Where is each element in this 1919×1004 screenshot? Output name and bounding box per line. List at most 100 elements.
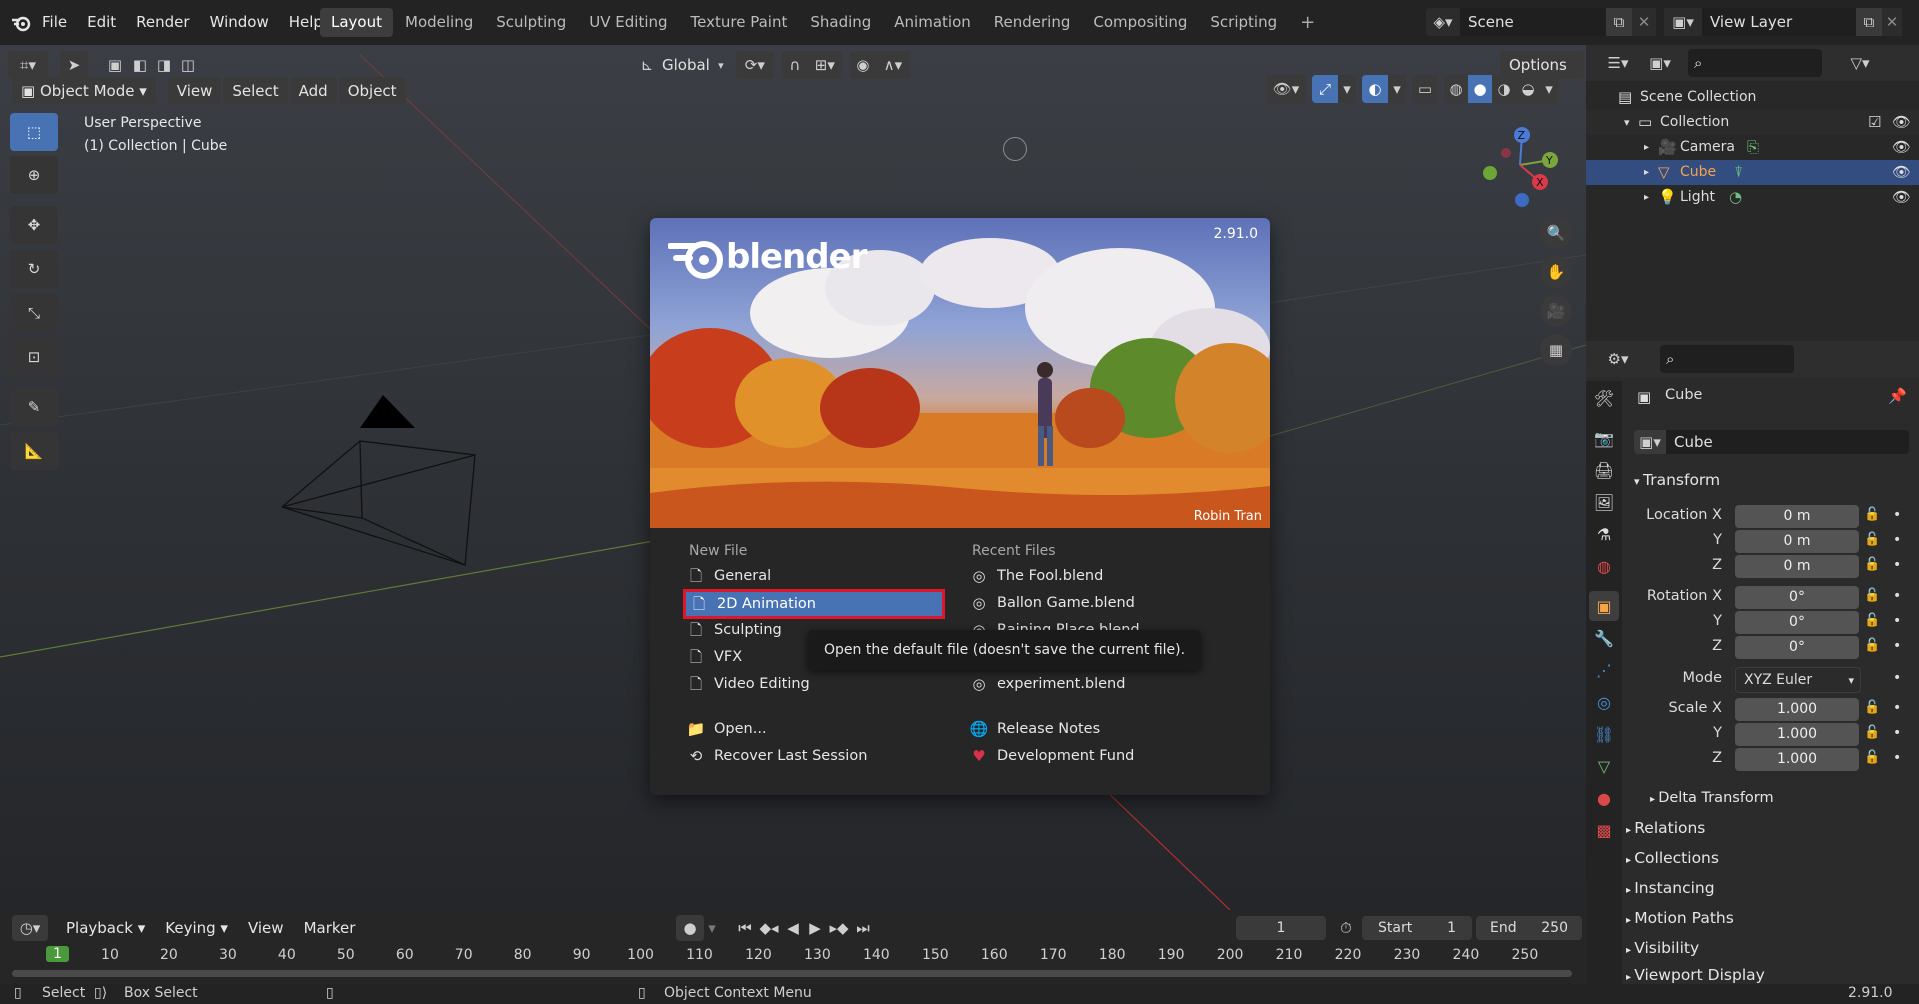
relations-panel-header[interactable]: ▸ Relations (1626, 814, 1705, 842)
filter-icon[interactable]: ▽▾ (1842, 49, 1878, 77)
start-frame-field[interactable]: Start 1 (1362, 916, 1472, 940)
eye-icon[interactable]: 👁 (1892, 110, 1911, 135)
visibility-icon[interactable]: 👁▾ (1266, 75, 1306, 103)
expand-arrow-icon[interactable]: ▸ (1644, 160, 1658, 185)
end-frame-field[interactable]: End 250 (1476, 916, 1582, 940)
location-x-field[interactable]: 0 m (1735, 505, 1859, 528)
lock-icon[interactable]: 🔓 (1864, 700, 1880, 715)
new-view-layer-icon[interactable]: ⧉ (1856, 8, 1882, 36)
pan-hand-icon[interactable]: ✋ (1540, 256, 1572, 288)
menu-edit[interactable]: Edit (77, 0, 126, 45)
recent-file-item[interactable]: ◎ experiment.blend (969, 671, 1125, 697)
object-mode-dropdown[interactable]: ▣ Object Mode ▾ (12, 77, 156, 105)
menu-render[interactable]: Render (126, 0, 199, 45)
timeline-keying-menu[interactable]: Keying ▾ (155, 914, 238, 942)
tab-texture-paint[interactable]: Texture Paint (680, 8, 799, 37)
scale-y-field[interactable]: 1.000 (1735, 723, 1859, 746)
motion-paths-panel-header[interactable]: ▸ Motion Paths (1626, 904, 1734, 932)
navigation-gizmo[interactable]: Z Y X (1470, 115, 1570, 215)
delta-transform-header[interactable]: ▸ Delta Transform (1650, 784, 1774, 812)
lock-icon[interactable]: 🔓 (1864, 613, 1880, 628)
scale-z-field[interactable]: 1.000 (1735, 748, 1859, 771)
object-name-field[interactable]: Cube (1666, 430, 1909, 454)
object-browse-icon[interactable]: ▣▾ (1634, 430, 1666, 454)
keyframe-dot-icon[interactable]: • (1893, 725, 1901, 741)
transform-orientation-dropdown[interactable]: Global (658, 51, 714, 79)
menu-window[interactable]: Window (200, 0, 279, 45)
outliner-row-camera[interactable]: ▸ 🎥 Camera ⎘ 👁 (1586, 135, 1919, 160)
properties-search-input[interactable]: ⌕ (1660, 345, 1794, 373)
open-file-button[interactable]: 📁 Open... (686, 716, 767, 742)
rendered-shading-icon[interactable]: ◒ (1516, 75, 1540, 103)
scale-tool[interactable]: ⤡ (10, 294, 58, 332)
wireframe-shading-icon[interactable]: ◍ (1444, 75, 1468, 103)
view-layer-tab-icon[interactable]: 🖼 (1589, 487, 1619, 517)
outliner-row-scene-collection[interactable]: ▤ Scene Collection (1586, 85, 1919, 110)
development-fund-link[interactable]: ♥ Development Fund (969, 743, 1134, 769)
tab-compositing[interactable]: Compositing (1082, 8, 1198, 37)
overlay-toggle-icon[interactable]: ◐ (1362, 75, 1388, 103)
outliner-row-collection[interactable]: ▾ ▭ Collection ☑ 👁 (1586, 110, 1919, 135)
world-tab-icon[interactable]: ◍ (1589, 551, 1619, 581)
current-frame-marker[interactable]: 1 (46, 946, 69, 962)
menu-file[interactable]: File (32, 0, 77, 45)
new-file-vfx[interactable]: 🗋 VFX (686, 644, 742, 670)
move-tool[interactable]: ✥ (10, 206, 58, 244)
zoom-icon[interactable]: 🔍 (1540, 217, 1572, 249)
tool-tab-icon[interactable]: 🛠 (1589, 383, 1619, 413)
current-frame-field[interactable]: 1 (1236, 916, 1326, 940)
timeline-editor-type-icon[interactable]: ◷▾ (12, 915, 48, 941)
prev-keyframe-icon[interactable]: ◆◂ (756, 915, 782, 941)
next-keyframe-icon[interactable]: ▸◆ (826, 915, 852, 941)
new-file-sculpting[interactable]: 🗋 Sculpting (686, 617, 782, 643)
outliner-search-input[interactable]: ⌕ (1688, 49, 1822, 77)
keyframe-dot-icon[interactable]: • (1893, 613, 1901, 629)
material-shading-icon[interactable]: ◑ (1492, 75, 1516, 103)
delete-view-layer-icon[interactable]: ✕ (1882, 8, 1902, 36)
keyframe-dot-icon[interactable]: • (1893, 638, 1901, 654)
lock-icon[interactable]: 🔓 (1864, 507, 1880, 522)
modifier-tab-icon[interactable]: 🔧 (1589, 623, 1619, 653)
add-workspace-button[interactable]: + (1289, 8, 1326, 37)
constraints-tab-icon[interactable]: ⛓ (1589, 719, 1619, 749)
timeline-marker-menu[interactable]: Marker (294, 914, 366, 942)
shading-dropdown-icon[interactable]: ▾ (1540, 75, 1558, 103)
object-tab-icon[interactable]: ▣ (1589, 591, 1619, 621)
display-mode-icon[interactable]: ▣▾ (1642, 49, 1678, 77)
expand-arrow-icon[interactable]: ▾ (1624, 110, 1638, 135)
new-file-2d-animation[interactable]: 🗋 2D Animation (683, 589, 945, 619)
data-tab-icon[interactable]: ▽ (1589, 751, 1619, 781)
expand-arrow-icon[interactable]: ▸ (1644, 185, 1658, 210)
material-tab-icon[interactable]: ● (1589, 783, 1619, 813)
jump-end-icon[interactable]: ⏭ (852, 915, 874, 941)
snap-icon[interactable]: ∩ (781, 51, 808, 79)
tab-uv-editing[interactable]: UV Editing (578, 8, 678, 37)
expand-arrow-icon[interactable]: ▸ (1644, 135, 1658, 160)
tab-shading[interactable]: Shading (799, 8, 882, 37)
output-tab-icon[interactable]: 🖨 (1589, 455, 1619, 485)
rotation-z-field[interactable]: 0° (1735, 636, 1859, 659)
lock-icon[interactable]: 🔓 (1864, 750, 1880, 765)
timeline-playback-menu[interactable]: Playback ▾ (56, 914, 155, 942)
proportional-falloff-icon[interactable]: ∧▾ (875, 51, 910, 79)
tab-scripting[interactable]: Scripting (1199, 8, 1288, 37)
view-layer-field[interactable]: View Layer (1702, 8, 1856, 36)
outliner-row-cube[interactable]: ▸ ▽ Cube ⍒ 👁 (1586, 160, 1919, 185)
rotation-mode-dropdown[interactable]: XYZ Euler ▾ (1735, 667, 1861, 693)
rotation-x-field[interactable]: 0° (1735, 586, 1859, 609)
recent-file-item[interactable]: ◎ Ballon Game.blend (969, 590, 1134, 616)
release-notes-link[interactable]: 🌐 Release Notes (969, 716, 1101, 742)
camera-view-icon[interactable]: 🎥 (1540, 295, 1572, 327)
annotate-tool[interactable]: ✎ (10, 388, 58, 426)
keyframe-dot-icon[interactable]: • (1893, 507, 1901, 523)
lock-icon[interactable]: 🔓 (1864, 532, 1880, 547)
keyframe-dot-icon[interactable]: • (1893, 532, 1901, 548)
new-file-general[interactable]: 🗋 General (686, 563, 771, 589)
viewport-display-panel-header[interactable]: ▸ Viewport Display (1626, 962, 1765, 984)
menu-select[interactable]: Select (223, 77, 288, 105)
eye-icon[interactable]: 👁 (1892, 135, 1911, 160)
gizmo-dropdown-icon[interactable]: ▾ (1338, 75, 1356, 103)
tab-animation[interactable]: Animation (883, 8, 981, 37)
scale-x-field[interactable]: 1.000 (1735, 698, 1859, 721)
camera-object[interactable] (270, 385, 490, 575)
